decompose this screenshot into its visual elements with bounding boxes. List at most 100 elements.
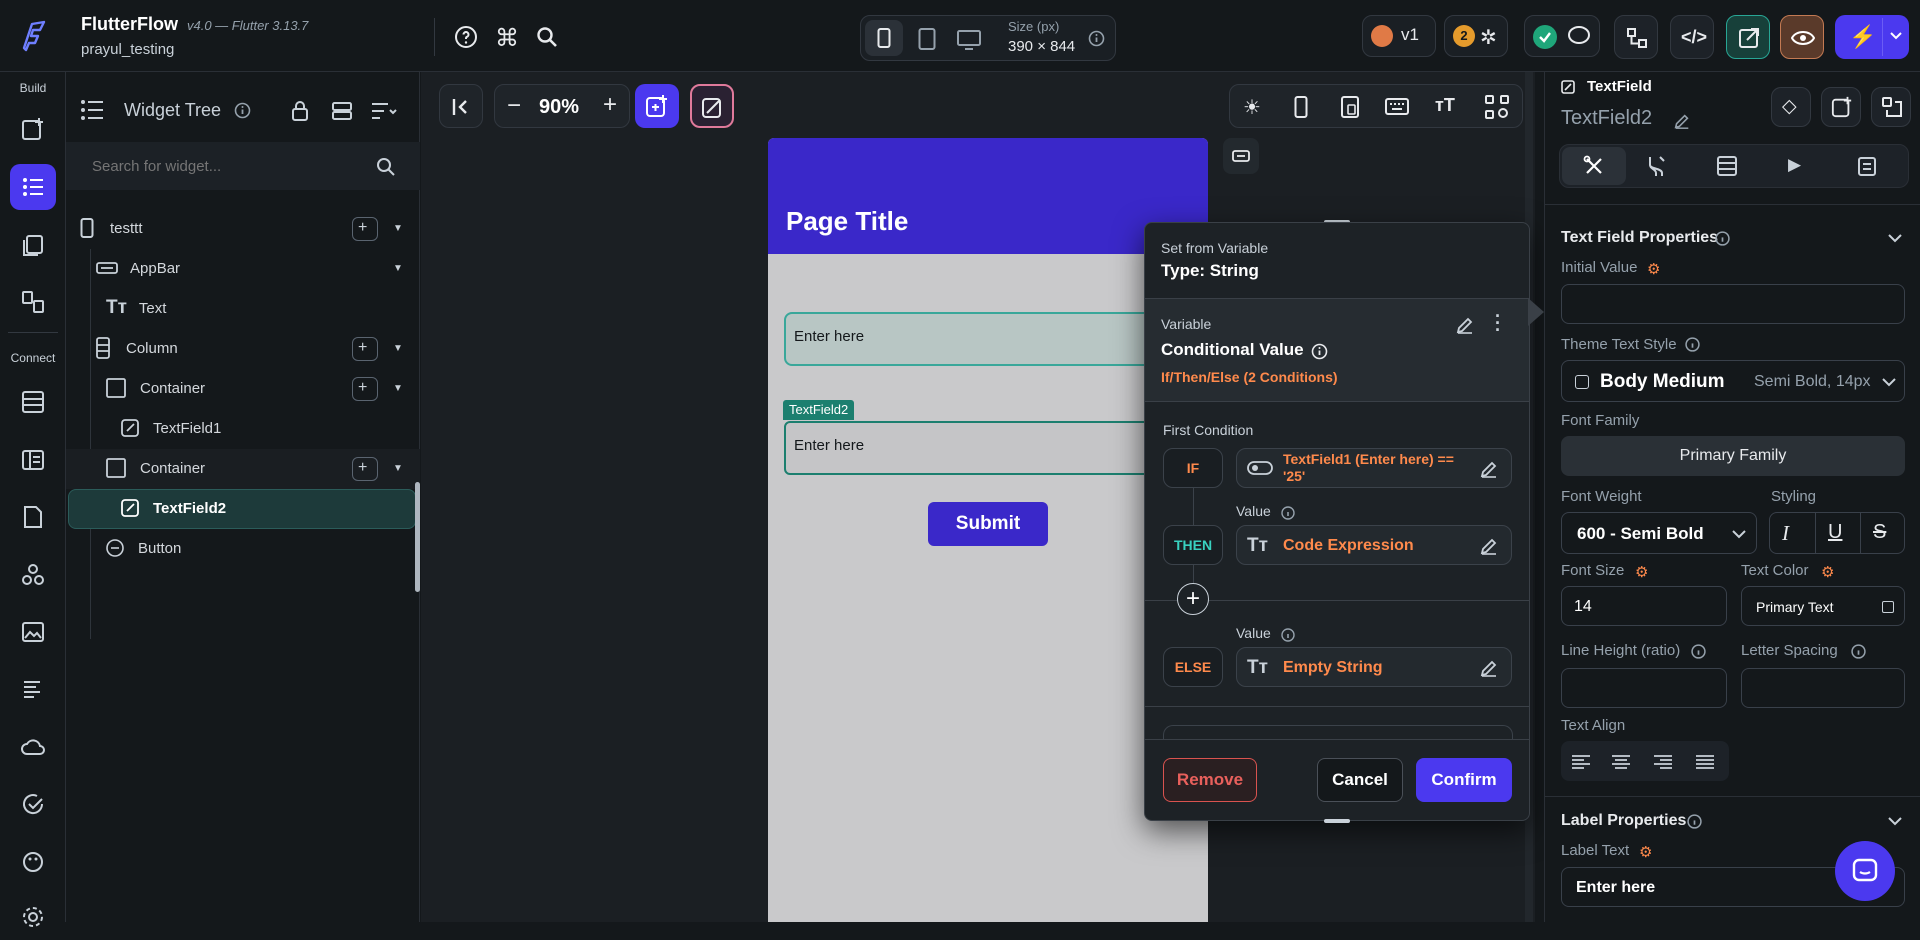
cloud-functions-icon[interactable]: [10, 724, 56, 770]
ai-gen-button[interactable]: [690, 84, 734, 128]
set-variable-icon[interactable]: ⚙: [1821, 563, 1834, 581]
drag-handle[interactable]: [1324, 819, 1350, 823]
chevron-down-icon[interactable]: ▼: [393, 263, 403, 274]
phone-preview-icon[interactable]: [1294, 96, 1308, 118]
chevron-down-icon[interactable]: ▼: [393, 343, 403, 354]
run-button[interactable]: ⚡: [1835, 15, 1909, 59]
collapse-panel-button[interactable]: [439, 84, 483, 128]
confirm-button[interactable]: Confirm: [1416, 758, 1512, 802]
zoom-in-button[interactable]: +: [603, 91, 617, 119]
tab-documentation[interactable]: [1856, 155, 1878, 177]
tablet-device-icon[interactable]: [918, 28, 936, 50]
debug-canvas-icon[interactable]: [1485, 95, 1509, 119]
info-icon[interactable]: [1311, 343, 1328, 360]
version-badge[interactable]: v1: [1362, 15, 1436, 57]
add-widget-button[interactable]: [635, 84, 679, 128]
set-variable-icon[interactable]: ⚙: [1647, 260, 1660, 278]
add-child-button[interactable]: +: [352, 377, 378, 401]
open-external-button[interactable]: [1726, 15, 1770, 59]
tab-actions[interactable]: [1646, 155, 1668, 177]
tree-item-appbar[interactable]: AppBar: [96, 249, 396, 287]
components-icon[interactable]: [10, 552, 56, 598]
strikethrough-button[interactable]: S: [1873, 521, 1886, 544]
else-value-box[interactable]: Tт Empty String: [1236, 647, 1512, 687]
phone-device-button[interactable]: [865, 20, 903, 56]
flutterflow-logo-icon[interactable]: [18, 18, 50, 52]
align-justify-icon[interactable]: [1695, 754, 1715, 770]
cancel-button[interactable]: Cancel: [1317, 758, 1403, 802]
widget-tree-icon[interactable]: [10, 164, 56, 210]
bug-report-button[interactable]: 2 ✲: [1444, 15, 1508, 57]
info-icon[interactable]: [1715, 231, 1730, 246]
align-left-icon[interactable]: [1571, 754, 1591, 770]
line-height-input[interactable]: [1561, 668, 1727, 708]
lock-icon[interactable]: [291, 100, 309, 122]
initial-value-input[interactable]: [1561, 284, 1905, 324]
database-icon[interactable]: [10, 379, 56, 425]
custom-code-icon[interactable]: [10, 667, 56, 713]
collapse-widget-icon[interactable]: [1223, 138, 1259, 174]
support-chat-button[interactable]: [1835, 841, 1895, 901]
zoom-out-button[interactable]: −: [507, 92, 521, 120]
command-icon[interactable]: ⌘: [495, 24, 519, 53]
checkbox[interactable]: [1575, 375, 1589, 389]
add-child-button[interactable]: +: [352, 217, 378, 241]
tree-item-column[interactable]: Column: [96, 329, 396, 367]
remove-button[interactable]: Remove: [1163, 758, 1257, 802]
files-icon[interactable]: [10, 494, 56, 540]
text-scale-icon[interactable]: ᴛT: [1435, 95, 1455, 116]
letter-spacing-input[interactable]: [1741, 668, 1905, 708]
set-variable-icon[interactable]: ⚙: [1639, 843, 1652, 861]
help-icon[interactable]: [454, 25, 478, 49]
project-name[interactable]: prayul_testing: [81, 41, 174, 58]
theme-settings-icon[interactable]: [10, 839, 56, 885]
underline-button[interactable]: U: [1828, 521, 1842, 544]
info-icon[interactable]: [1691, 644, 1706, 659]
info-icon[interactable]: [1281, 628, 1295, 642]
tree-item-button[interactable]: Button: [106, 529, 396, 567]
edit-icon[interactable]: [1455, 315, 1475, 335]
then-value-box[interactable]: Tт Code Expression: [1236, 525, 1512, 565]
keyboard-icon[interactable]: [1385, 98, 1409, 115]
font-family-button[interactable]: Primary Family: [1561, 436, 1905, 476]
tab-properties[interactable]: [1562, 147, 1626, 185]
font-size-input[interactable]: 14: [1561, 586, 1727, 626]
collapse-all-icon[interactable]: [332, 102, 352, 120]
edit-icon[interactable]: [1479, 459, 1499, 479]
light-mode-icon[interactable]: ☀: [1243, 95, 1261, 120]
edit-icon[interactable]: [1479, 658, 1499, 678]
media-assets-icon[interactable]: [10, 609, 56, 655]
chevron-down-icon[interactable]: ▼: [393, 223, 403, 234]
submit-button-preview[interactable]: Submit: [928, 502, 1048, 546]
settings-icon[interactable]: [10, 894, 56, 940]
info-icon[interactable]: [1088, 30, 1105, 47]
more-options-icon[interactable]: · · ·: [1495, 307, 1501, 339]
align-center-icon[interactable]: [1611, 754, 1631, 770]
code-view-button[interactable]: </>: [1670, 15, 1714, 59]
branch-button[interactable]: [1614, 15, 1658, 59]
tree-item-textfield2[interactable]: TextField2: [121, 489, 391, 527]
align-right-icon[interactable]: [1653, 754, 1673, 770]
theme-text-style-select[interactable]: Body Medium Semi Bold, 14px: [1561, 360, 1905, 402]
tests-icon[interactable]: [10, 782, 56, 828]
tree-item-text[interactable]: Tт Text: [106, 289, 396, 327]
preview-button[interactable]: [1780, 15, 1824, 59]
chevron-down-icon[interactable]: [1887, 815, 1903, 827]
storyboard-icon[interactable]: [10, 223, 56, 269]
responsive-icon[interactable]: [1341, 96, 1359, 118]
chevron-down-icon[interactable]: ▼: [393, 383, 403, 394]
edit-icon[interactable]: [1673, 112, 1691, 130]
text-color-select[interactable]: Primary Text: [1741, 586, 1905, 626]
chevron-down-icon[interactable]: ▼: [393, 463, 403, 474]
schema-icon[interactable]: [10, 437, 56, 483]
filter-sort-icon[interactable]: [371, 102, 397, 120]
add-child-button[interactable]: +: [352, 457, 378, 481]
chevron-down-icon[interactable]: [1887, 232, 1903, 244]
search-icon[interactable]: [536, 26, 558, 48]
add-widget-button[interactable]: [1821, 87, 1861, 127]
add-page-icon[interactable]: [10, 106, 56, 152]
tab-backend-query[interactable]: [1716, 155, 1738, 177]
add-condition-button[interactable]: +: [1177, 583, 1209, 615]
widget-name[interactable]: TextField2: [1561, 107, 1652, 130]
italic-button[interactable]: I: [1782, 521, 1789, 546]
